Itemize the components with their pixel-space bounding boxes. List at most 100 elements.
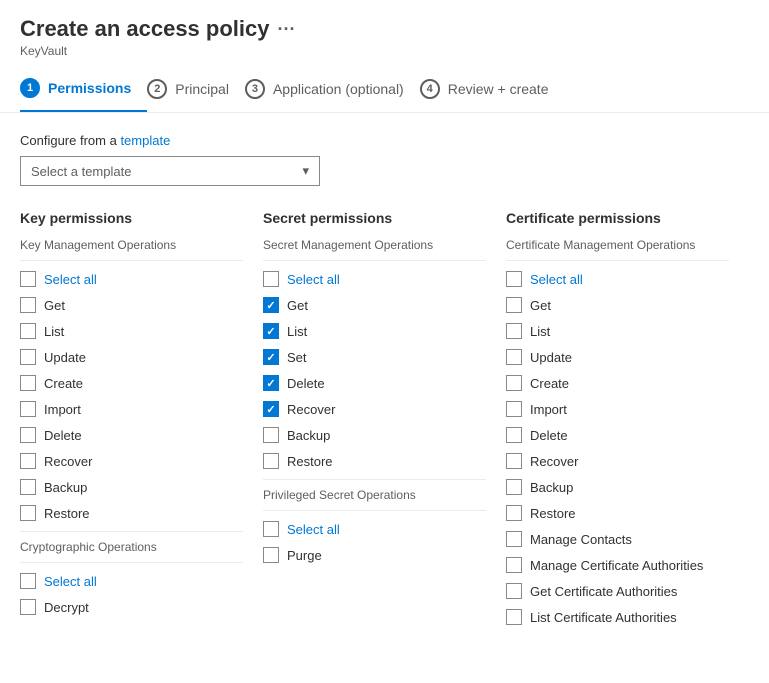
secret-select-all-label[interactable]: Select all xyxy=(287,272,340,287)
key-list-checkbox[interactable] xyxy=(20,323,36,339)
cert-manage-ca-item: Manage Certificate Authorities xyxy=(506,555,729,575)
cert-manage-contacts-item: Manage Contacts xyxy=(506,529,729,549)
secret-delete-label: Delete xyxy=(287,376,325,391)
secret-management-divider xyxy=(263,260,486,261)
cert-restore-label: Restore xyxy=(530,506,576,521)
step-2-label: Principal xyxy=(175,81,229,97)
secret-get-item: Get xyxy=(263,295,486,315)
key-decrypt-checkbox[interactable] xyxy=(20,599,36,615)
wizard-step-1[interactable]: 1 Permissions xyxy=(20,66,147,112)
cert-manage-contacts-label: Manage Contacts xyxy=(530,532,632,547)
key-create-checkbox[interactable] xyxy=(20,375,36,391)
cert-create-label: Create xyxy=(530,376,569,391)
secret-list-checkbox[interactable] xyxy=(263,323,279,339)
key-backup-label: Backup xyxy=(44,480,87,495)
key-delete-checkbox[interactable] xyxy=(20,427,36,443)
cert-import-item: Import xyxy=(506,399,729,419)
cert-manage-ca-checkbox[interactable] xyxy=(506,557,522,573)
secret-select-all-checkbox[interactable] xyxy=(263,271,279,287)
key-crypto-select-all-label[interactable]: Select all xyxy=(44,574,97,589)
secret-delete-checkbox[interactable] xyxy=(263,375,279,391)
key-select-all-checkbox[interactable] xyxy=(20,271,36,287)
key-backup-checkbox[interactable] xyxy=(20,479,36,495)
key-restore-label: Restore xyxy=(44,506,90,521)
wizard-step-4[interactable]: 4 Review + create xyxy=(420,67,565,111)
key-import-checkbox[interactable] xyxy=(20,401,36,417)
cert-recover-checkbox[interactable] xyxy=(506,453,522,469)
wizard-step-3[interactable]: 3 Application (optional) xyxy=(245,67,420,111)
key-get-item: Get xyxy=(20,295,243,315)
permissions-grid: Key permissions Key Management Operation… xyxy=(20,210,749,633)
step-1-label: Permissions xyxy=(48,80,131,96)
key-create-label: Create xyxy=(44,376,83,391)
cert-backup-checkbox[interactable] xyxy=(506,479,522,495)
cert-delete-label: Delete xyxy=(530,428,568,443)
key-restore-item: Restore xyxy=(20,503,243,523)
template-dropdown[interactable]: Select a template ▾ xyxy=(20,156,320,186)
cert-recover-item: Recover xyxy=(506,451,729,471)
key-recover-checkbox[interactable] xyxy=(20,453,36,469)
cert-select-all-label[interactable]: Select all xyxy=(530,272,583,287)
cert-create-checkbox[interactable] xyxy=(506,375,522,391)
key-backup-item: Backup xyxy=(20,477,243,497)
key-update-label: Update xyxy=(44,350,86,365)
cert-select-all-checkbox[interactable] xyxy=(506,271,522,287)
key-update-checkbox[interactable] xyxy=(20,349,36,365)
secret-get-checkbox[interactable] xyxy=(263,297,279,313)
secret-recover-label: Recover xyxy=(287,402,335,417)
page-title: Create an access policy ··· xyxy=(20,16,749,42)
cert-get-checkbox[interactable] xyxy=(506,297,522,313)
cert-list-ca-checkbox[interactable] xyxy=(506,609,522,625)
key-crypto-select-all-checkbox[interactable] xyxy=(20,573,36,589)
cert-get-ca-checkbox[interactable] xyxy=(506,583,522,599)
secret-privileged-divider2 xyxy=(263,510,486,511)
key-select-all-label[interactable]: Select all xyxy=(44,272,97,287)
key-list-label: List xyxy=(44,324,64,339)
cert-manage-contacts-checkbox[interactable] xyxy=(506,531,522,547)
cert-list-ca-label: List Certificate Authorities xyxy=(530,610,677,625)
secret-select-all-item: Select all xyxy=(263,269,486,289)
cert-update-label: Update xyxy=(530,350,572,365)
key-update-item: Update xyxy=(20,347,243,367)
secret-restore-checkbox[interactable] xyxy=(263,453,279,469)
title-text: Create an access policy xyxy=(20,16,269,42)
cert-restore-checkbox[interactable] xyxy=(506,505,522,521)
cert-list-label: List xyxy=(530,324,550,339)
secret-set-item: Set xyxy=(263,347,486,367)
cert-delete-checkbox[interactable] xyxy=(506,427,522,443)
key-get-checkbox[interactable] xyxy=(20,297,36,313)
cert-list-checkbox[interactable] xyxy=(506,323,522,339)
secret-list-item: List xyxy=(263,321,486,341)
cert-restore-item: Restore xyxy=(506,503,729,523)
main-content: Configure from a template Select a templ… xyxy=(0,113,769,653)
key-restore-checkbox[interactable] xyxy=(20,505,36,521)
cert-import-checkbox[interactable] xyxy=(506,401,522,417)
key-import-item: Import xyxy=(20,399,243,419)
key-decrypt-item: Decrypt xyxy=(20,597,243,617)
secret-set-checkbox[interactable] xyxy=(263,349,279,365)
secret-recover-checkbox[interactable] xyxy=(263,401,279,417)
step-3-label: Application (optional) xyxy=(273,81,404,97)
cert-backup-item: Backup xyxy=(506,477,729,497)
key-delete-item: Delete xyxy=(20,425,243,445)
certificate-permissions-title: Certificate permissions xyxy=(506,210,729,226)
cert-get-item: Get xyxy=(506,295,729,315)
cert-import-label: Import xyxy=(530,402,567,417)
secret-purge-checkbox[interactable] xyxy=(263,547,279,563)
secret-priv-select-all-checkbox[interactable] xyxy=(263,521,279,537)
secret-permissions-column: Secret permissions Secret Management Ope… xyxy=(263,210,506,633)
cert-select-all-item: Select all xyxy=(506,269,729,289)
cert-update-item: Update xyxy=(506,347,729,367)
cert-list-item: List xyxy=(506,321,729,341)
key-decrypt-label: Decrypt xyxy=(44,600,89,615)
secret-recover-item: Recover xyxy=(263,399,486,419)
template-link[interactable]: template xyxy=(120,133,170,148)
cert-recover-label: Recover xyxy=(530,454,578,469)
wizard-step-2[interactable]: 2 Principal xyxy=(147,67,245,111)
secret-get-label: Get xyxy=(287,298,308,313)
secret-backup-checkbox[interactable] xyxy=(263,427,279,443)
cert-get-ca-label: Get Certificate Authorities xyxy=(530,584,677,599)
title-options-button[interactable]: ··· xyxy=(277,19,295,40)
secret-priv-select-all-label[interactable]: Select all xyxy=(287,522,340,537)
cert-update-checkbox[interactable] xyxy=(506,349,522,365)
